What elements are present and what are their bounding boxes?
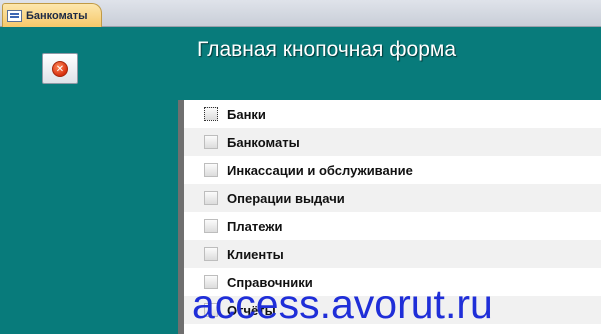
menu-item-inkassacii[interactable]: Инкассации и обслуживание bbox=[184, 156, 601, 184]
close-form-button[interactable]: ✕ bbox=[42, 53, 78, 84]
menu-button[interactable] bbox=[204, 135, 218, 149]
menu-item-klienty[interactable]: Клиенты bbox=[184, 240, 601, 268]
tab-bankomaty[interactable]: Банкоматы bbox=[2, 3, 102, 27]
form-title: Главная кнопочная форма bbox=[197, 38, 456, 61]
menu-item-label: Инкассации и обслуживание bbox=[227, 162, 413, 178]
menu-button[interactable] bbox=[204, 191, 218, 205]
watermark: access.avorut.ru bbox=[192, 281, 493, 327]
menu-item-operacii-vydachi[interactable]: Операции выдачи bbox=[184, 184, 601, 212]
menu-item-label: Банки bbox=[227, 106, 266, 122]
menu-item-platezhi[interactable]: Платежи bbox=[184, 212, 601, 240]
menu-button[interactable] bbox=[204, 247, 218, 261]
menu-item-bankomaty[interactable]: Банкоматы bbox=[184, 128, 601, 156]
menu-item-label: Операции выдачи bbox=[227, 190, 345, 206]
menu-item-label: Банкоматы bbox=[227, 134, 300, 150]
menu-button[interactable] bbox=[204, 163, 218, 177]
menu-button[interactable] bbox=[204, 219, 218, 233]
form-icon bbox=[7, 9, 22, 22]
menu-item-label: Клиенты bbox=[227, 246, 284, 262]
document-tab-strip: Банкоматы bbox=[0, 0, 601, 27]
menu-item-banki[interactable]: Банки bbox=[184, 100, 601, 128]
close-icon: ✕ bbox=[52, 60, 68, 77]
tab-label: Банкоматы bbox=[26, 9, 88, 22]
menu-button[interactable] bbox=[204, 107, 218, 121]
menu-item-label: Платежи bbox=[227, 218, 283, 234]
